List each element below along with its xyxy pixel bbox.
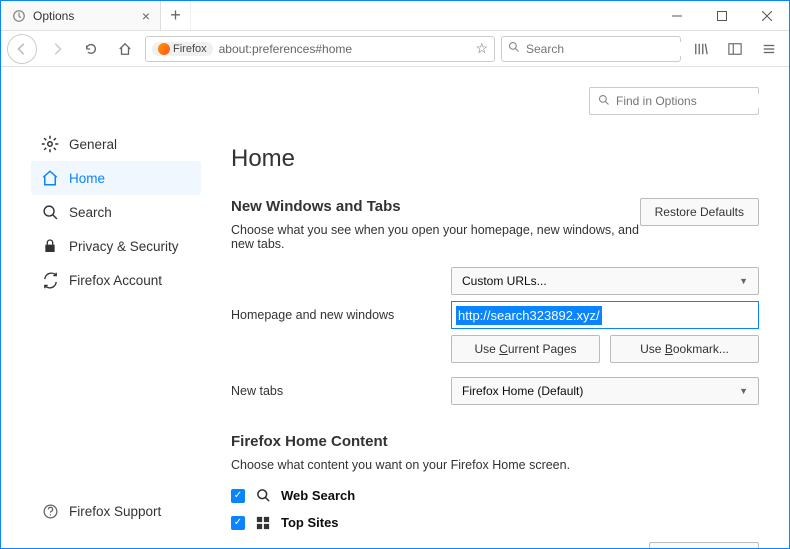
tab-favicon-icon — [11, 8, 27, 24]
newtabs-label: New tabs — [231, 384, 451, 398]
content: General Home Search Privacy & Security F… — [1, 67, 789, 548]
back-button[interactable] — [7, 34, 37, 64]
select-value: Custom URLs... — [462, 274, 547, 288]
search-icon — [598, 94, 610, 109]
bookmark-star-icon[interactable]: ☆ — [475, 40, 488, 57]
navbar: Firefox about:preferences#home ☆ — [1, 31, 789, 67]
reload-button[interactable] — [77, 35, 105, 63]
sidebar-label: Firefox Account — [69, 273, 162, 288]
use-current-pages-button[interactable]: Use Current Pages — [451, 335, 600, 363]
sidebar-label: Firefox Support — [69, 504, 161, 519]
identity-label: Firefox — [173, 43, 207, 55]
top-sites-checkbox[interactable]: ✓ — [231, 516, 245, 530]
search-icon — [41, 203, 59, 221]
sidebar-label: General — [69, 137, 117, 152]
minimize-button[interactable] — [654, 1, 699, 31]
gear-icon — [41, 135, 59, 153]
maximize-button[interactable] — [699, 1, 744, 31]
section-desc: Choose what you see when you open your h… — [231, 223, 640, 251]
lock-icon — [41, 237, 59, 255]
menu-button[interactable] — [755, 35, 783, 63]
homepage-select[interactable]: Custom URLs... ▼ — [451, 267, 759, 295]
main-panel: Home New Windows and Tabs Choose what yo… — [201, 67, 789, 548]
close-window-button[interactable] — [744, 1, 789, 31]
homepage-url-input[interactable]: http://search323892.xyz/ — [451, 301, 759, 329]
section-heading: Firefox Home Content — [231, 433, 759, 450]
new-tab-button[interactable]: + — [161, 1, 191, 30]
web-search-label: Web Search — [281, 488, 355, 503]
grid-icon — [255, 516, 271, 530]
select-value: Firefox Home (Default) — [462, 384, 583, 398]
sidebar-label: Home — [69, 171, 105, 186]
sidebar: General Home Search Privacy & Security F… — [1, 67, 201, 548]
sidebar-label: Search — [69, 205, 112, 220]
sync-icon — [41, 271, 59, 289]
homepage-label: Homepage and new windows — [231, 308, 451, 322]
sidebar-item-general[interactable]: General — [31, 127, 201, 161]
page-title: Home — [231, 145, 759, 173]
tab-close-icon[interactable]: × — [142, 8, 150, 24]
chevron-down-icon: ▼ — [739, 386, 748, 396]
sidebar-item-account[interactable]: Firefox Account — [31, 263, 201, 297]
search-input[interactable] — [526, 42, 681, 56]
sidebar-item-home[interactable]: Home — [31, 161, 201, 195]
section-heading: New Windows and Tabs — [231, 198, 640, 215]
sidebar-item-support[interactable]: Firefox Support — [31, 494, 171, 528]
find-input[interactable] — [616, 94, 771, 108]
firefox-icon — [158, 43, 170, 55]
forward-button[interactable] — [43, 35, 71, 63]
top-sites-subtext: The sites you visit most — [271, 546, 396, 548]
sidebar-button[interactable] — [721, 35, 749, 63]
titlebar: Options × + — [1, 1, 789, 31]
search-icon — [508, 41, 520, 56]
home-icon — [41, 169, 59, 187]
restore-defaults-button[interactable]: Restore Defaults — [640, 198, 759, 226]
url-bar[interactable]: Firefox about:preferences#home ☆ — [145, 36, 495, 62]
search-icon — [255, 488, 271, 503]
chevron-down-icon: ▼ — [739, 276, 748, 286]
sidebar-item-privacy[interactable]: Privacy & Security — [31, 229, 201, 263]
web-search-checkbox[interactable]: ✓ — [231, 489, 245, 503]
section-desc: Choose what content you want on your Fir… — [231, 458, 759, 472]
identity-box[interactable]: Firefox — [152, 42, 213, 56]
help-icon — [41, 502, 59, 520]
homepage-url-value: http://search323892.xyz/ — [456, 306, 602, 325]
tab-title: Options — [33, 9, 142, 23]
browser-tab[interactable]: Options × — [1, 1, 161, 30]
top-sites-label: Top Sites — [281, 515, 339, 530]
sidebar-label: Privacy & Security — [69, 239, 179, 254]
use-bookmark-button[interactable]: Use Bookmark... — [610, 335, 759, 363]
find-in-options[interactable] — [589, 87, 759, 115]
top-sites-rows-select[interactable]: 1 row ▼ — [649, 542, 759, 548]
library-button[interactable] — [687, 35, 715, 63]
search-bar[interactable] — [501, 36, 681, 62]
url-text[interactable]: about:preferences#home — [219, 42, 476, 56]
sidebar-item-search[interactable]: Search — [31, 195, 201, 229]
newtabs-select[interactable]: Firefox Home (Default) ▼ — [451, 377, 759, 405]
home-button[interactable] — [111, 35, 139, 63]
window-controls — [654, 1, 789, 30]
